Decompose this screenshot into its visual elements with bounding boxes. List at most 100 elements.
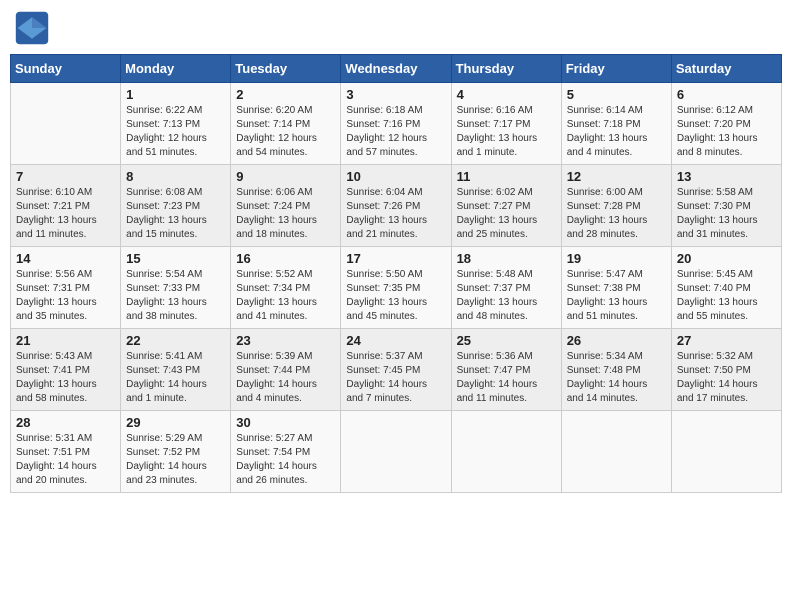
logo [14, 10, 54, 46]
calendar-cell: 24 Sunrise: 5:37 AM Sunset: 7:45 PM Dayli… [341, 329, 451, 411]
day-info: Sunrise: 6:22 AM Sunset: 7:13 PM Dayligh… [126, 104, 225, 160]
day-info: Sunrise: 6:04 AM Sunset: 7:26 PM Dayligh… [346, 186, 445, 242]
column-header-tuesday: Tuesday [231, 55, 341, 83]
calendar-cell: 22Sunrise: 5:41 AM Sunset: 7:43 PM Dayli… [121, 329, 231, 411]
day-number: 18 [457, 251, 556, 266]
day-info: Sunrise: 6:00 AM Sunset: 7:28 PM Dayligh… [567, 186, 666, 242]
calendar-cell: 1 Sunrise: 6:22 AM Sunset: 7:13 PM Daylig… [121, 83, 231, 165]
calendar-cell: 2 Sunrise: 6:20 AM Sunset: 7:14 PM Daylig… [231, 83, 341, 165]
day-number: 26 [567, 333, 666, 348]
calendar-cell: 14 Sunrise: 5:56 AM Sunset: 7:31 PM Dayli… [11, 247, 121, 329]
calendar-cell: 10 Sunrise: 6:04 AM Sunset: 7:26 PM Dayli… [341, 165, 451, 247]
calendar-cell: 9Sunrise: 6:06 AM Sunset: 7:24 PM Daylig… [231, 165, 341, 247]
day-number: 2 [236, 87, 335, 102]
calendar-cell: 11 Sunrise: 6:02 AM Sunset: 7:27 PM Dayli… [451, 165, 561, 247]
day-number: 13 [677, 169, 776, 184]
day-info: Sunrise: 5:32 AM Sunset: 7:50 PM Dayligh… [677, 350, 776, 406]
day-number: 15 [126, 251, 225, 266]
day-number: 20 [677, 251, 776, 266]
day-info: Sunrise: 6:12 AM Sunset: 7:20 PM Dayligh… [677, 104, 776, 160]
day-info: Sunrise: 5:41 AM Sunset: 7:43 PM Dayligh… [126, 350, 225, 406]
calendar-cell: 30Sunrise: 5:27 AM Sunset: 7:54 PM Dayli… [231, 411, 341, 493]
calendar-cell: 6 Sunrise: 6:12 AM Sunset: 7:20 PM Daylig… [671, 83, 781, 165]
day-info: Sunrise: 6:18 AM Sunset: 7:16 PM Dayligh… [346, 104, 445, 160]
day-number: 8 [126, 169, 225, 184]
day-number: 6 [677, 87, 776, 102]
calendar-cell: 13 Sunrise: 5:58 AM Sunset: 7:30 PM Dayli… [671, 165, 781, 247]
calendar-cell [451, 411, 561, 493]
day-info: Sunrise: 5:45 AM Sunset: 7:40 PM Dayligh… [677, 268, 776, 324]
day-info: Sunrise: 6:16 AM Sunset: 7:17 PM Dayligh… [457, 104, 556, 160]
column-header-thursday: Thursday [451, 55, 561, 83]
day-info: Sunrise: 5:52 AM Sunset: 7:34 PM Dayligh… [236, 268, 335, 324]
calendar-cell: 27 Sunrise: 5:32 AM Sunset: 7:50 PM Dayli… [671, 329, 781, 411]
day-info: Sunrise: 5:56 AM Sunset: 7:31 PM Dayligh… [16, 268, 115, 324]
day-info: Sunrise: 6:14 AM Sunset: 7:18 PM Dayligh… [567, 104, 666, 160]
day-info: Sunrise: 5:36 AM Sunset: 7:47 PM Dayligh… [457, 350, 556, 406]
day-number: 23 [236, 333, 335, 348]
day-info: Sunrise: 5:27 AM Sunset: 7:54 PM Dayligh… [236, 432, 335, 488]
page-header [10, 10, 782, 46]
column-header-friday: Friday [561, 55, 671, 83]
calendar-cell: 17 Sunrise: 5:50 AM Sunset: 7:35 PM Dayli… [341, 247, 451, 329]
day-number: 21 [16, 333, 115, 348]
calendar-cell: 8 Sunrise: 6:08 AM Sunset: 7:23 PM Daylig… [121, 165, 231, 247]
day-info: Sunrise: 6:02 AM Sunset: 7:27 PM Dayligh… [457, 186, 556, 242]
day-number: 1 [126, 87, 225, 102]
calendar-table: SundayMondayTuesdayWednesdayThursdayFrid… [10, 54, 782, 493]
calendar-cell [561, 411, 671, 493]
calendar-cell: 3 Sunrise: 6:18 AM Sunset: 7:16 PM Daylig… [341, 83, 451, 165]
day-number: 14 [16, 251, 115, 266]
calendar-cell: 18 Sunrise: 5:48 AM Sunset: 7:37 PM Dayli… [451, 247, 561, 329]
column-header-saturday: Saturday [671, 55, 781, 83]
day-info: Sunrise: 5:29 AM Sunset: 7:52 PM Dayligh… [126, 432, 225, 488]
day-info: Sunrise: 6:06 AM Sunset: 7:24 PM Dayligh… [236, 186, 335, 242]
column-header-sunday: Sunday [11, 55, 121, 83]
calendar-cell: 5 Sunrise: 6:14 AM Sunset: 7:18 PM Daylig… [561, 83, 671, 165]
calendar-cell: 19 Sunrise: 5:47 AM Sunset: 7:38 PM Dayli… [561, 247, 671, 329]
day-number: 7 [16, 169, 115, 184]
day-number: 10 [346, 169, 445, 184]
calendar-week-row: 28Sunrise: 5:31 AM Sunset: 7:51 PM Dayli… [11, 411, 782, 493]
calendar-cell: 28Sunrise: 5:31 AM Sunset: 7:51 PM Dayli… [11, 411, 121, 493]
calendar-week-row: 1 Sunrise: 6:22 AM Sunset: 7:13 PM Daylig… [11, 83, 782, 165]
calendar-cell: 26Sunrise: 5:34 AM Sunset: 7:48 PM Dayli… [561, 329, 671, 411]
calendar-cell [341, 411, 451, 493]
day-number: 24 [346, 333, 445, 348]
calendar-cell: 21Sunrise: 5:43 AM Sunset: 7:41 PM Dayli… [11, 329, 121, 411]
calendar-cell [671, 411, 781, 493]
day-info: Sunrise: 5:37 AM Sunset: 7:45 PM Dayligh… [346, 350, 445, 406]
calendar-cell: 25 Sunrise: 5:36 AM Sunset: 7:47 PM Dayli… [451, 329, 561, 411]
calendar-week-row: 7 Sunrise: 6:10 AM Sunset: 7:21 PM Daylig… [11, 165, 782, 247]
day-number: 29 [126, 415, 225, 430]
day-number: 12 [567, 169, 666, 184]
day-number: 25 [457, 333, 556, 348]
day-info: Sunrise: 5:31 AM Sunset: 7:51 PM Dayligh… [16, 432, 115, 488]
day-number: 4 [457, 87, 556, 102]
logo-icon [14, 10, 50, 46]
calendar-cell: 23 Sunrise: 5:39 AM Sunset: 7:44 PM Dayli… [231, 329, 341, 411]
day-info: Sunrise: 5:39 AM Sunset: 7:44 PM Dayligh… [236, 350, 335, 406]
column-header-wednesday: Wednesday [341, 55, 451, 83]
day-info: Sunrise: 5:48 AM Sunset: 7:37 PM Dayligh… [457, 268, 556, 324]
day-info: Sunrise: 5:50 AM Sunset: 7:35 PM Dayligh… [346, 268, 445, 324]
calendar-cell: 29 Sunrise: 5:29 AM Sunset: 7:52 PM Dayli… [121, 411, 231, 493]
day-number: 19 [567, 251, 666, 266]
day-info: Sunrise: 6:08 AM Sunset: 7:23 PM Dayligh… [126, 186, 225, 242]
day-info: Sunrise: 6:10 AM Sunset: 7:21 PM Dayligh… [16, 186, 115, 242]
calendar-cell: 4 Sunrise: 6:16 AM Sunset: 7:17 PM Daylig… [451, 83, 561, 165]
calendar-cell: 12 Sunrise: 6:00 AM Sunset: 7:28 PM Dayli… [561, 165, 671, 247]
day-number: 3 [346, 87, 445, 102]
day-info: Sunrise: 5:47 AM Sunset: 7:38 PM Dayligh… [567, 268, 666, 324]
day-number: 16 [236, 251, 335, 266]
day-number: 11 [457, 169, 556, 184]
column-header-monday: Monday [121, 55, 231, 83]
day-number: 27 [677, 333, 776, 348]
day-info: Sunrise: 5:58 AM Sunset: 7:30 PM Dayligh… [677, 186, 776, 242]
calendar-cell: 15Sunrise: 5:54 AM Sunset: 7:33 PM Dayli… [121, 247, 231, 329]
calendar-week-row: 21Sunrise: 5:43 AM Sunset: 7:41 PM Dayli… [11, 329, 782, 411]
day-number: 5 [567, 87, 666, 102]
calendar-cell: 7 Sunrise: 6:10 AM Sunset: 7:21 PM Daylig… [11, 165, 121, 247]
day-number: 17 [346, 251, 445, 266]
day-info: Sunrise: 6:20 AM Sunset: 7:14 PM Dayligh… [236, 104, 335, 160]
